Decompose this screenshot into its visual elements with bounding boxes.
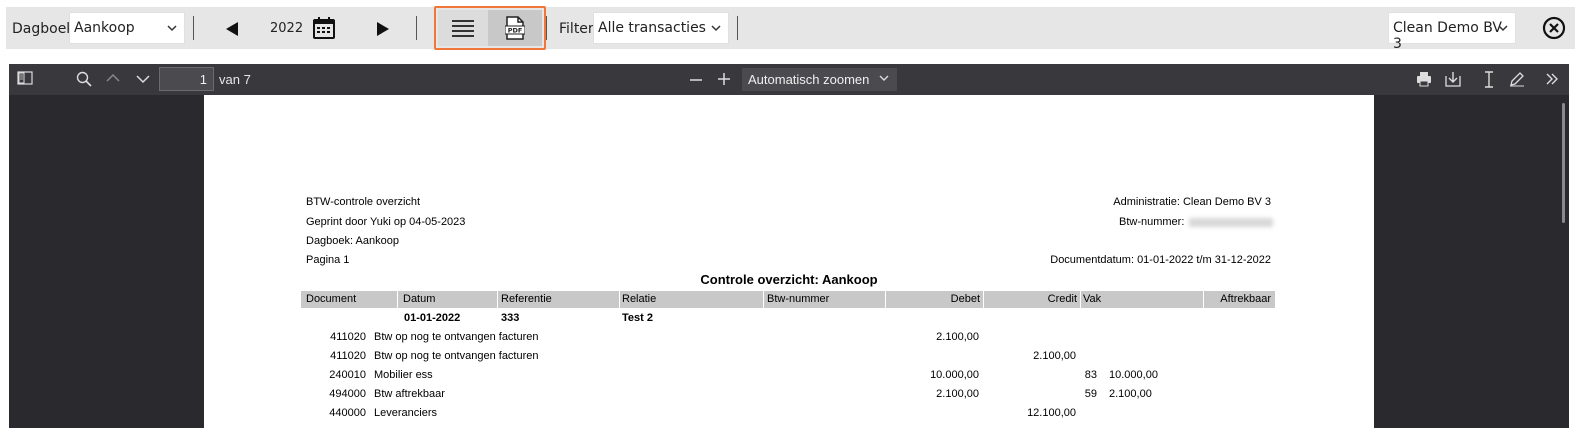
row-description: Btw aftrekbaar (374, 388, 445, 400)
column-divider (397, 291, 398, 308)
zoom-out-icon[interactable] (689, 73, 703, 87)
list-view-button[interactable] (438, 10, 488, 46)
col-btw-nummer: Btw-nummer (767, 293, 830, 305)
report-name: BTW-controle overzicht (306, 196, 421, 208)
row-description: Btw op nog te ontvangen facturen (374, 331, 539, 343)
scrollbar[interactable] (1557, 95, 1569, 428)
separator (416, 16, 417, 40)
row-debet: 2.100,00 (936, 388, 979, 400)
row-account: 240010 (329, 369, 366, 381)
pdf-view-button[interactable]: PDF (488, 10, 542, 46)
column-divider (497, 291, 498, 308)
btw-nummer-label: Btw-nummer: (1119, 216, 1185, 228)
printed-by: Geprint door Yuki op 04-05-2023 (306, 216, 466, 228)
toolbar-strip: Dagboek: Aankoop 2022 Filter: Alle trans… (6, 7, 1575, 52)
row-vak: 83 (1084, 369, 1097, 381)
row-description: Mobilier ess (374, 369, 433, 381)
separator (193, 16, 194, 40)
col-relatie: Relatie (622, 293, 657, 305)
text-cursor-icon[interactable] (1483, 71, 1495, 88)
dagboek-line: Dagboek: Aankoop (306, 235, 399, 247)
next-arrow-icon[interactable] (376, 21, 390, 37)
draw-icon[interactable] (1509, 71, 1525, 87)
row-account: 440000 (329, 407, 366, 419)
row-account: 411020 (330, 331, 366, 343)
btw-nummer-redacted (1189, 218, 1273, 227)
row-credit: 12.100,00 (1027, 407, 1076, 419)
row-account: 494000 (329, 388, 366, 400)
documentdatum: Documentdatum: 01-01-2022 t/m 31-12-2022 (1050, 254, 1271, 266)
col-document: Document (306, 293, 357, 305)
zoom-in-icon[interactable] (717, 72, 731, 86)
dagboek-select-value: Aankoop (74, 20, 135, 36)
print-icon[interactable] (1416, 71, 1432, 87)
chevron-down-icon (167, 25, 177, 32)
col-credit: Credit (1047, 293, 1077, 305)
column-divider (1080, 291, 1081, 308)
chevron-down-icon (879, 75, 889, 81)
col-vak: Vak (1083, 293, 1102, 305)
col-debet: Debet (950, 293, 980, 305)
calendar-icon[interactable] (312, 16, 336, 40)
column-divider (763, 291, 764, 308)
pdf-viewer-toolbar: 1 van 7 Automatisch zoomen (9, 64, 1569, 95)
row-vak: 59 (1084, 388, 1097, 400)
group-relatie: Test 2 (622, 312, 653, 324)
page-total-label: van 7 (219, 72, 251, 87)
administratie: Administratie: Clean Demo BV 3 (1113, 196, 1271, 208)
close-circle-icon[interactable] (1542, 16, 1566, 40)
sidebar-toggle-icon[interactable] (17, 71, 33, 85)
chevron-down-icon (711, 25, 721, 32)
svg-text:PDF: PDF (508, 27, 523, 35)
col-referentie: Referentie (501, 293, 552, 305)
row-aftrekbaar: 10.000,00 (1109, 369, 1158, 381)
report-title: Controle overzicht: Aankoop (700, 272, 878, 287)
zoom-select-value: Automatisch zoomen (748, 72, 870, 87)
separator (546, 16, 547, 40)
search-icon[interactable] (76, 71, 92, 87)
zoom-select[interactable]: Automatisch zoomen (742, 68, 897, 91)
page-up-icon[interactable] (106, 73, 120, 83)
top-toolbar: Dagboek: Aankoop 2022 Filter: Alle trans… (0, 0, 1581, 60)
scrollbar-thumb[interactable] (1562, 103, 1565, 223)
separator (737, 16, 738, 40)
view-mode-toggle: PDF (434, 6, 546, 50)
row-debet: 10.000,00 (930, 369, 979, 381)
col-aftrekbaar: Aftrekbaar (1220, 293, 1271, 305)
page-down-icon[interactable] (136, 74, 150, 84)
filter-select[interactable]: Alle transacties (593, 12, 729, 44)
pdf-icon: PDF (505, 16, 525, 40)
row-debet: 2.100,00 (936, 331, 979, 343)
col-datum: Datum (403, 293, 436, 305)
filter-select-value: Alle transacties (598, 20, 706, 36)
download-icon[interactable] (1445, 71, 1461, 87)
year-value: 2022 (270, 21, 304, 36)
app-window: Dagboek: Aankoop 2022 Filter: Alle trans… (0, 0, 1581, 428)
page-number-input[interactable]: 1 (159, 67, 214, 91)
column-divider (619, 291, 620, 308)
group-datum: 01-01-2022 (404, 312, 461, 324)
row-description: Btw op nog te ontvangen facturen (374, 350, 539, 362)
list-view-icon (452, 20, 474, 37)
company-select[interactable]: Clean Demo BV 3 (1388, 12, 1516, 52)
chevron-down-icon (1498, 25, 1508, 32)
pdf-viewport[interactable] (9, 95, 1569, 428)
row-description: Leveranciers (374, 407, 437, 419)
table-header: Document Datum Referentie Relatie Btw-nu… (301, 291, 1275, 308)
row-account: 411020 (330, 350, 366, 362)
row-aftrekbaar: 2.100,00 (1109, 388, 1152, 400)
group-referentie: 333 (501, 312, 520, 324)
company-select-value: Clean Demo BV 3 (1393, 20, 1502, 52)
row-credit: 2.100,00 (1033, 350, 1076, 362)
more-tools-icon[interactable] (1545, 72, 1559, 86)
page-indicator: Pagina 1 (306, 254, 350, 266)
dagboek-select[interactable]: Aankoop (69, 12, 185, 44)
prev-arrow-icon[interactable] (225, 21, 239, 37)
